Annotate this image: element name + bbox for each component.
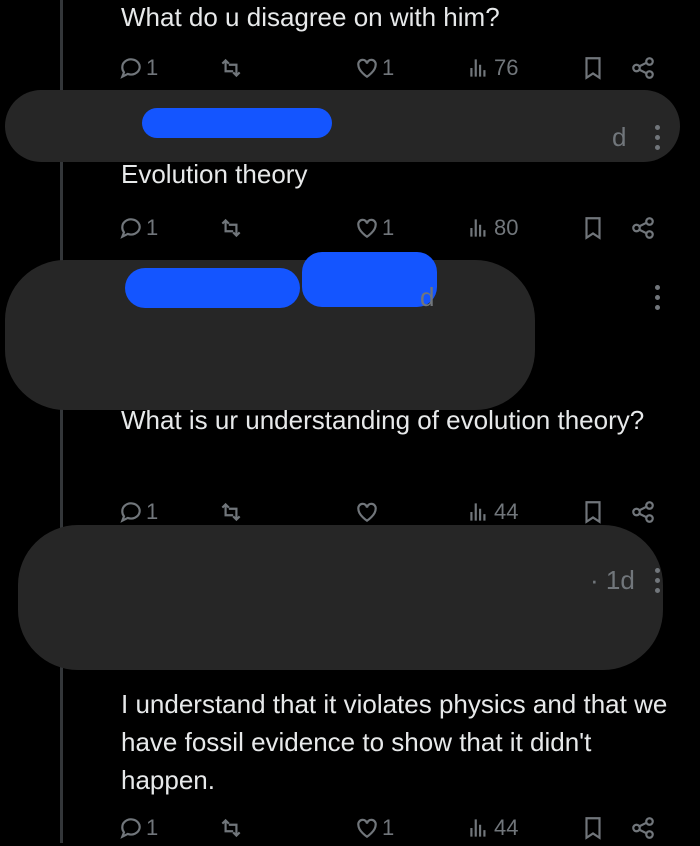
tweet-age: · 1d: [590, 565, 635, 595]
bookmark-icon: [585, 217, 601, 240]
share-button[interactable]: [630, 50, 656, 86]
redacted-user-header: [18, 525, 663, 670]
more-icon: [654, 125, 660, 130]
bookmark-icon: [585, 57, 601, 80]
reply-icon: [120, 818, 141, 839]
views-button[interactable]: 80: [466, 210, 518, 246]
tweet-age: d: [612, 122, 627, 152]
views-button[interactable]: 44: [466, 810, 518, 846]
like-button[interactable]: 1: [354, 210, 394, 246]
like-button[interactable]: 1: [354, 50, 394, 86]
tweet-age: d: [420, 282, 435, 312]
views-button[interactable]: 76: [466, 50, 518, 86]
like-icon: [357, 818, 377, 838]
reply-icon: [120, 58, 141, 79]
bookmark-button[interactable]: [580, 810, 606, 846]
tweet-text: I understand that it violates physics an…: [121, 689, 668, 795]
redacted-username: [142, 108, 332, 138]
retweet-icon: [221, 58, 241, 78]
like-icon: [357, 58, 377, 78]
reply-button[interactable]: 1: [118, 810, 158, 846]
tweet-actions: 1 1 80: [118, 210, 668, 246]
reply-button[interactable]: 1: [118, 210, 158, 246]
views-icon: [470, 819, 486, 837]
share-button[interactable]: [630, 810, 656, 846]
share-button[interactable]: [630, 210, 656, 246]
like-count: 1: [382, 215, 395, 240]
reply-button[interactable]: 1: [118, 50, 158, 86]
share-icon: [632, 817, 654, 839]
reply-count: 1: [146, 55, 159, 80]
views-icon: [470, 503, 486, 521]
share-icon: [632, 57, 654, 79]
tweet-actions: 1 1 44: [118, 810, 668, 846]
reply-count: 1: [146, 215, 159, 240]
reply-count: 1: [146, 815, 159, 840]
bookmark-button[interactable]: [580, 210, 606, 246]
like-icon: [357, 502, 377, 522]
retweet-button[interactable]: [218, 810, 246, 846]
more-options-button[interactable]: [652, 125, 662, 155]
retweet-button[interactable]: [218, 50, 246, 86]
redacted-handle: [302, 252, 437, 307]
tweet-actions: 1 1 76: [118, 50, 668, 86]
tweet-text: What do u disagree on with him?: [121, 2, 500, 32]
like-button[interactable]: 1: [354, 810, 394, 846]
tweet-text: What is ur understanding of evolution th…: [121, 405, 645, 435]
share-icon: [632, 501, 654, 523]
share-icon: [632, 217, 654, 239]
tweet-text: Evolution theory: [121, 159, 308, 189]
share-button[interactable]: [630, 494, 656, 530]
retweet-icon: [221, 818, 241, 838]
retweet-icon: [221, 502, 241, 522]
more-icon: [654, 285, 660, 290]
views-icon: [470, 219, 486, 237]
more-options-button[interactable]: [652, 568, 662, 598]
redacted-username: [125, 268, 300, 308]
views-count: 76: [494, 55, 519, 80]
more-icon: [654, 568, 660, 573]
bookmark-button[interactable]: [580, 50, 606, 86]
views-count: 44: [494, 815, 519, 840]
like-count: 1: [382, 815, 395, 840]
like-icon: [357, 218, 377, 238]
reply-icon: [120, 502, 141, 523]
bookmark-icon: [585, 501, 601, 524]
more-options-button[interactable]: [652, 285, 662, 315]
bookmark-icon: [585, 817, 601, 840]
like-count: 1: [382, 55, 395, 80]
reply-count: 1: [146, 499, 159, 524]
views-icon: [470, 59, 486, 77]
views-count: 80: [494, 215, 519, 240]
retweet-icon: [221, 218, 241, 238]
redacted-user-header: [5, 90, 680, 162]
retweet-button[interactable]: [218, 210, 246, 246]
reply-icon: [120, 218, 141, 239]
views-count: 44: [494, 499, 519, 524]
